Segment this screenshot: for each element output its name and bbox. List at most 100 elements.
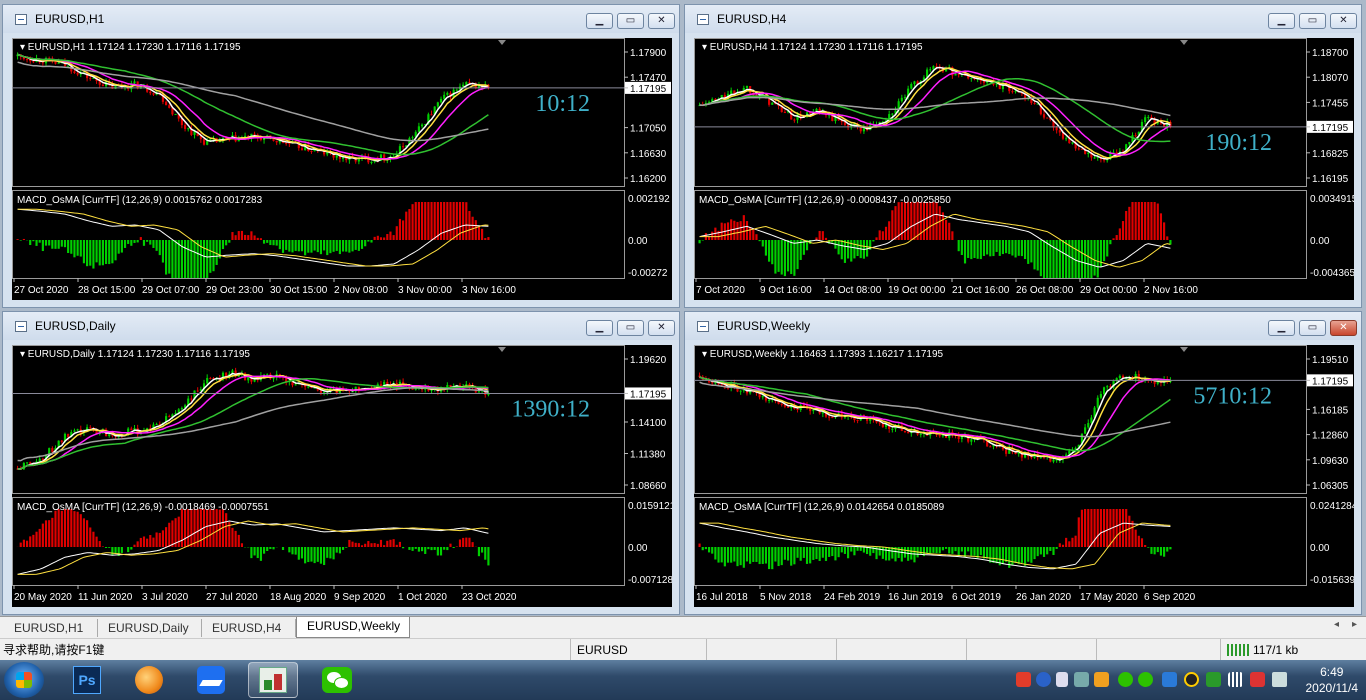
restore-button[interactable]: ▭ <box>617 13 644 29</box>
restore-button[interactable]: ▭ <box>1299 320 1326 336</box>
restore-button[interactable]: ▭ <box>617 320 644 336</box>
window-title-bar[interactable]: EURUSD,Daily ▁ ▭ ✕ <box>3 312 679 340</box>
macd-histogram-bar <box>1144 544 1147 547</box>
pen-icon[interactable] <box>1094 672 1109 687</box>
indicator-scale-label: 0.00 <box>1310 543 1330 554</box>
macd-histogram-bar <box>986 240 989 255</box>
taskbar-wechat[interactable] <box>312 662 362 698</box>
taskbar-feishu[interactable] <box>186 662 236 698</box>
macd-histogram-bar <box>73 240 76 258</box>
macd-histogram-bar <box>341 240 345 252</box>
macd-histogram-bar <box>458 539 462 547</box>
tab-scroll-right-icon[interactable]: ▸ <box>1352 619 1357 630</box>
close-button[interactable]: ✕ <box>1330 320 1357 336</box>
taskbar-browser[interactable] <box>124 662 174 698</box>
security-shield-icon[interactable] <box>1162 672 1177 687</box>
macd-histogram-bar <box>462 537 465 547</box>
tab-eurusd-daily[interactable]: EURUSD,Daily <box>98 619 202 637</box>
macd-histogram-bar <box>98 541 101 547</box>
wechat-icon <box>322 667 352 693</box>
chart-area[interactable]: ▾ EURUSD,H1 1.17124 1.17230 1.17116 1.17… <box>12 38 672 300</box>
minimize-button[interactable]: ▁ <box>586 13 613 29</box>
help-icon[interactable] <box>1036 672 1051 687</box>
start-button[interactable] <box>4 662 44 698</box>
feishu-icon <box>197 666 225 694</box>
close-button[interactable]: ✕ <box>648 13 675 29</box>
sogou-ime-icon[interactable] <box>1016 672 1031 687</box>
chart-window-weekly[interactable]: EURUSD,Weekly ▁ ▭ ✕ ▾ EURUSD,Weekly 1.16… <box>684 311 1362 615</box>
window-title-bar[interactable]: EURUSD,Weekly ▁ ▭ ✕ <box>685 312 1361 340</box>
macd-histogram-bar <box>888 221 891 240</box>
chart-area[interactable]: ▾ EURUSD,H4 1.17124 1.17230 1.17116 1.17… <box>694 38 1354 300</box>
minimize-button[interactable]: ▁ <box>1268 320 1295 336</box>
candle-body <box>1065 138 1068 140</box>
macd-histogram-bar <box>63 240 67 248</box>
minimize-button[interactable]: ▁ <box>586 320 613 336</box>
chart-window-h4[interactable]: EURUSD,H4 ▁ ▭ ✕ ▾ EURUSD,H4 1.17124 1.17… <box>684 4 1362 308</box>
minimize-button[interactable]: ▁ <box>1268 13 1295 29</box>
macd-histogram-bar <box>1027 240 1030 264</box>
flag-icon[interactable] <box>1250 672 1265 687</box>
macd-histogram-bar <box>155 240 158 251</box>
windows-logo-icon <box>16 672 32 688</box>
macd-histogram-bar <box>1159 547 1163 556</box>
window-title-bar[interactable]: EURUSD,H1 ▁ ▭ ✕ <box>3 5 679 33</box>
macd-histogram-bar <box>1166 547 1169 552</box>
network-bars-icon[interactable] <box>1228 672 1243 687</box>
candle-body <box>957 73 960 75</box>
candle-body <box>60 440 63 442</box>
candle-body <box>300 148 304 151</box>
macd-histogram-bar <box>477 547 481 557</box>
chat-tray-icon[interactable] <box>1138 672 1153 687</box>
price-scale-label: 1.17900 <box>630 48 667 59</box>
macd-histogram-bar <box>1150 202 1153 240</box>
chart-window-h1[interactable]: EURUSD,H1 ▁ ▭ ✕ ▾ EURUSD,H1 1.17124 1.17… <box>2 4 680 308</box>
macd-histogram-bar <box>345 240 348 252</box>
candle-body <box>1087 152 1090 154</box>
candle-body <box>1005 449 1008 454</box>
close-button[interactable]: ✕ <box>648 320 675 336</box>
chart-area[interactable]: ▾ EURUSD,Daily 1.17124 1.17230 1.17116 1… <box>12 345 672 607</box>
macd-histogram-bar <box>313 547 316 564</box>
time-axis-label: 6 Sep 2020 <box>1144 592 1196 603</box>
macd-histogram-bar <box>717 547 720 563</box>
candle-body <box>913 81 916 85</box>
macd-histogram-bar <box>408 547 411 550</box>
time-axis-label: 18 Aug 2020 <box>270 592 327 603</box>
macd-signal-line <box>699 213 1171 268</box>
taskbar-clock[interactable]: 6:49 2020/11/4 <box>1306 664 1359 696</box>
macd-histogram-bar <box>383 545 386 547</box>
tab-scroll-left-icon[interactable]: ◂ <box>1334 619 1339 630</box>
wechat-tray-icon[interactable] <box>1118 672 1133 687</box>
macd-histogram-bar <box>54 510 57 547</box>
macd-histogram-bar <box>1137 535 1140 547</box>
indicator-scale-label: -0.015639 <box>1310 575 1354 586</box>
tab-eurusd-h1[interactable]: EURUSD,H1 <box>4 619 98 637</box>
tab-eurusd-h4[interactable]: EURUSD,H4 <box>202 619 296 637</box>
price-scale-label: 1.18070 <box>1312 73 1349 84</box>
qq-penguin-icon[interactable] <box>1184 672 1199 687</box>
macd-histogram-bar <box>1099 240 1102 268</box>
macd-histogram-bar <box>881 231 884 240</box>
safety-check-icon[interactable] <box>1206 672 1221 687</box>
macd-histogram-bar <box>266 547 269 551</box>
window-title-bar[interactable]: EURUSD,H4 ▁ ▭ ✕ <box>685 5 1361 33</box>
macd-histogram-bar <box>383 237 386 240</box>
time-axis-label: 9 Oct 16:00 <box>760 285 812 296</box>
macd-histogram-bar <box>1023 547 1027 566</box>
taskbar-photoshop[interactable]: Ps <box>62 662 112 698</box>
chart-area[interactable]: ▾ EURUSD,Weekly 1.16463 1.17393 1.16217 … <box>694 345 1354 607</box>
price-scale-label: 1.16200 <box>630 174 667 185</box>
close-button[interactable]: ✕ <box>1330 13 1357 29</box>
tab-eurusd-weekly[interactable]: EURUSD,Weekly <box>296 617 410 638</box>
macd-histogram-bar <box>364 543 367 547</box>
macd-histogram-bar <box>1077 240 1080 278</box>
taskbar-metatrader[interactable] <box>248 662 298 698</box>
ime-mode-icon[interactable] <box>1074 672 1089 687</box>
keyboard-icon[interactable] <box>1056 672 1068 687</box>
chart-window-daily[interactable]: EURUSD,Daily ▁ ▭ ✕ ▾ EURUSD,Daily 1.1712… <box>2 311 680 615</box>
restore-button[interactable]: ▭ <box>1299 13 1326 29</box>
volume-icon[interactable] <box>1272 672 1287 687</box>
macd-histogram-bar <box>133 240 136 243</box>
chart-shift-marker-icon <box>498 40 506 45</box>
